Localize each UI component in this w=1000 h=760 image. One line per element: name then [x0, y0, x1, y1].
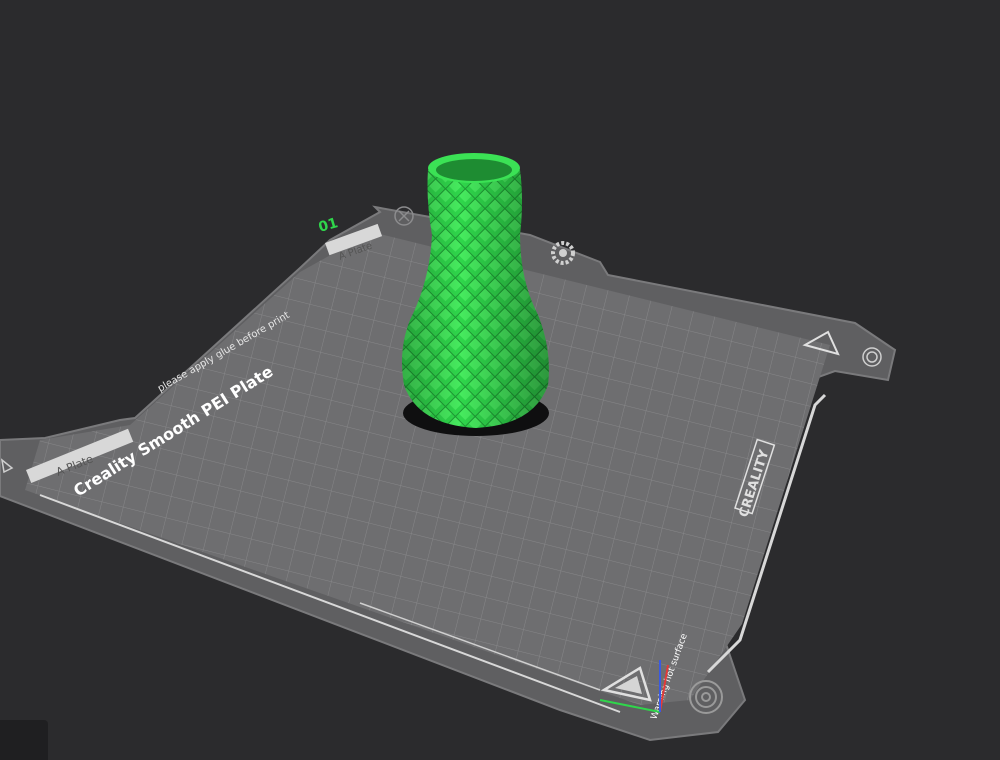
corner-panel[interactable]: [0, 720, 48, 760]
plate-index: 01: [317, 215, 340, 236]
vase-model[interactable]: [402, 153, 549, 428]
vase-opening: [436, 159, 512, 181]
3d-viewport[interactable]: 01 A Plate please apply glue before prin…: [0, 0, 1000, 760]
